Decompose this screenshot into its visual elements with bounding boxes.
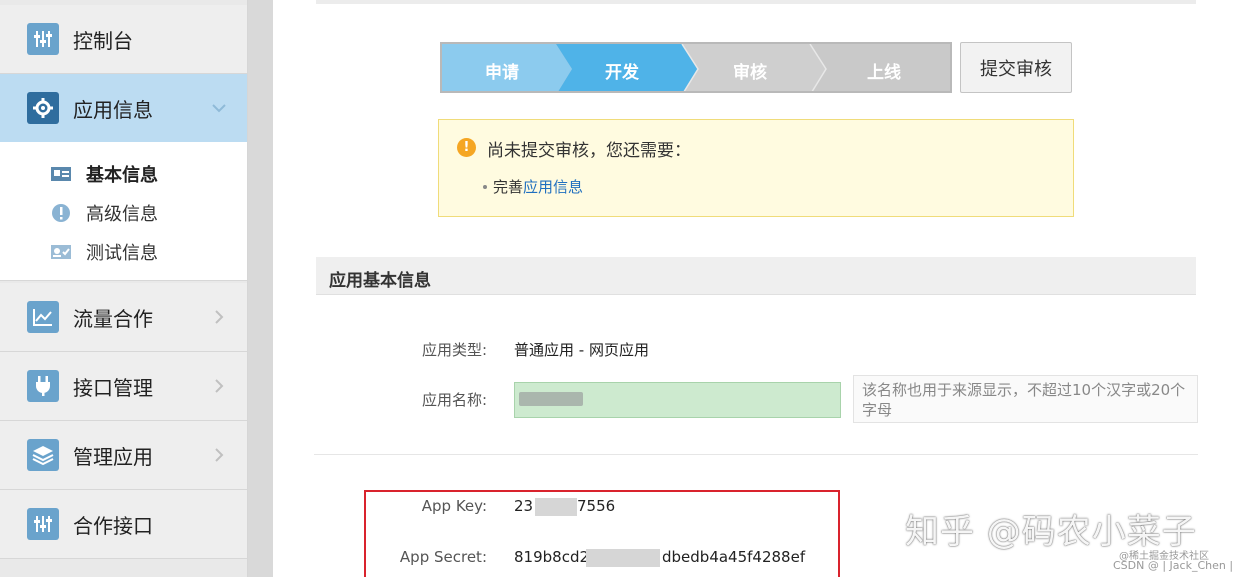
app-name-label: 应用名称: [421, 391, 487, 409]
subnav-item-label: 高级信息 [86, 204, 158, 225]
chart-icon [27, 301, 59, 333]
bullet [483, 184, 487, 189]
notice-title: 尚未提交审核，您还需要： [487, 141, 691, 161]
chevron-down-icon [212, 104, 226, 113]
app-info-link[interactable]: 应用信息 [523, 176, 583, 197]
info-icon [50, 202, 72, 224]
app-secret-prefix: 819b8cd2 [514, 548, 590, 566]
gear-icon [27, 92, 59, 124]
app-key-suffix: 7556 [577, 497, 616, 515]
redacted-app-name [519, 392, 583, 406]
top-band [316, 0, 1196, 4]
notice-box: ! 尚未提交审核，您还需要： 完善 应用信息 [438, 119, 1074, 217]
sidebar-item-label: 流量合作 [73, 306, 153, 331]
sidebar-subnav: 基本信息 高级信息 测试信息 [0, 142, 247, 281]
step-label: 申请 [485, 63, 519, 83]
notice-item-prefix: 完善 [493, 178, 524, 196]
section-header: 应用基本信息 [316, 257, 1196, 295]
sidebar-item-label: 控制台 [73, 28, 133, 53]
chevron-right-icon [215, 448, 224, 462]
app-key-label: App Key: [421, 497, 487, 515]
sidebar: 控制台 应用信息 基本信息 高级信息 测试信息 流量合作 接口管理 管理应用 合… [0, 0, 248, 577]
sidebar-item-label: 管理应用 [73, 444, 153, 469]
sliders-icon [27, 508, 59, 540]
app-key-prefix: 23 [514, 497, 534, 515]
sidebar-item-label: 应用信息 [73, 97, 153, 122]
subnav-item-advanced-info[interactable]: 高级信息 [50, 200, 158, 226]
sidebar-item-label: 接口管理 [73, 375, 153, 400]
warning-icon: ! [457, 138, 476, 157]
step-label: 上线 [867, 63, 901, 83]
main-content: 申请 开发 审核 上线 提交审核 ! 尚未提交审核，您还需要： 完善 应用信息 … [273, 0, 1240, 577]
layout-gutter [248, 0, 273, 577]
subnav-item-label: 基本信息 [86, 165, 158, 186]
chevron-right-icon [215, 310, 224, 324]
step-label: 审核 [733, 63, 767, 83]
plug-icon [27, 370, 59, 402]
chevron-right-icon [215, 379, 224, 393]
subnav-item-label: 测试信息 [86, 243, 158, 264]
submit-review-button[interactable]: 提交审核 [960, 42, 1072, 93]
app-name-hint: 该名称也用于来源显示，不超过10个汉字或20个字母 [853, 375, 1198, 423]
redacted-secret [586, 549, 660, 567]
redacted-key [535, 498, 577, 516]
id-card-icon [50, 163, 72, 185]
app-type-label: 应用类型: [421, 341, 487, 359]
sidebar-item-manage-apps[interactable]: 管理应用 [0, 421, 247, 490]
step-label: 开发 [605, 63, 639, 83]
subnav-item-basic-info[interactable]: 基本信息 [50, 161, 158, 187]
app-secret-suffix: dbedb4a45f4288ef [662, 548, 806, 566]
sidebar-item-api-management[interactable]: 接口管理 [0, 352, 247, 421]
divider [314, 454, 1198, 455]
notice-item: 完善 应用信息 [483, 176, 583, 197]
sidebar-item-label: 合作接口 [73, 513, 153, 538]
app-secret-label: App Secret: [399, 548, 487, 566]
layers-icon [27, 439, 59, 471]
dashboard-icon [27, 23, 59, 55]
section-title: 应用基本信息 [329, 271, 431, 291]
watermark: 知乎 @码农小菜子 [905, 512, 1197, 552]
watermark-csdn: CSDN @ | Jack_Chen | [1113, 559, 1234, 572]
sidebar-item-console[interactable]: 控制台 [0, 5, 247, 74]
progress-steps: 申请 开发 审核 上线 [440, 42, 952, 93]
sidebar-item-traffic[interactable]: 流量合作 [0, 283, 247, 352]
subnav-item-test-info[interactable]: 测试信息 [50, 239, 158, 265]
user-card-icon [50, 241, 72, 263]
sidebar-item-partner-api[interactable]: 合作接口 [0, 490, 247, 559]
sidebar-item-app-info[interactable]: 应用信息 [0, 74, 247, 143]
app-type-value: 普通应用 - 网页应用 [514, 341, 649, 359]
